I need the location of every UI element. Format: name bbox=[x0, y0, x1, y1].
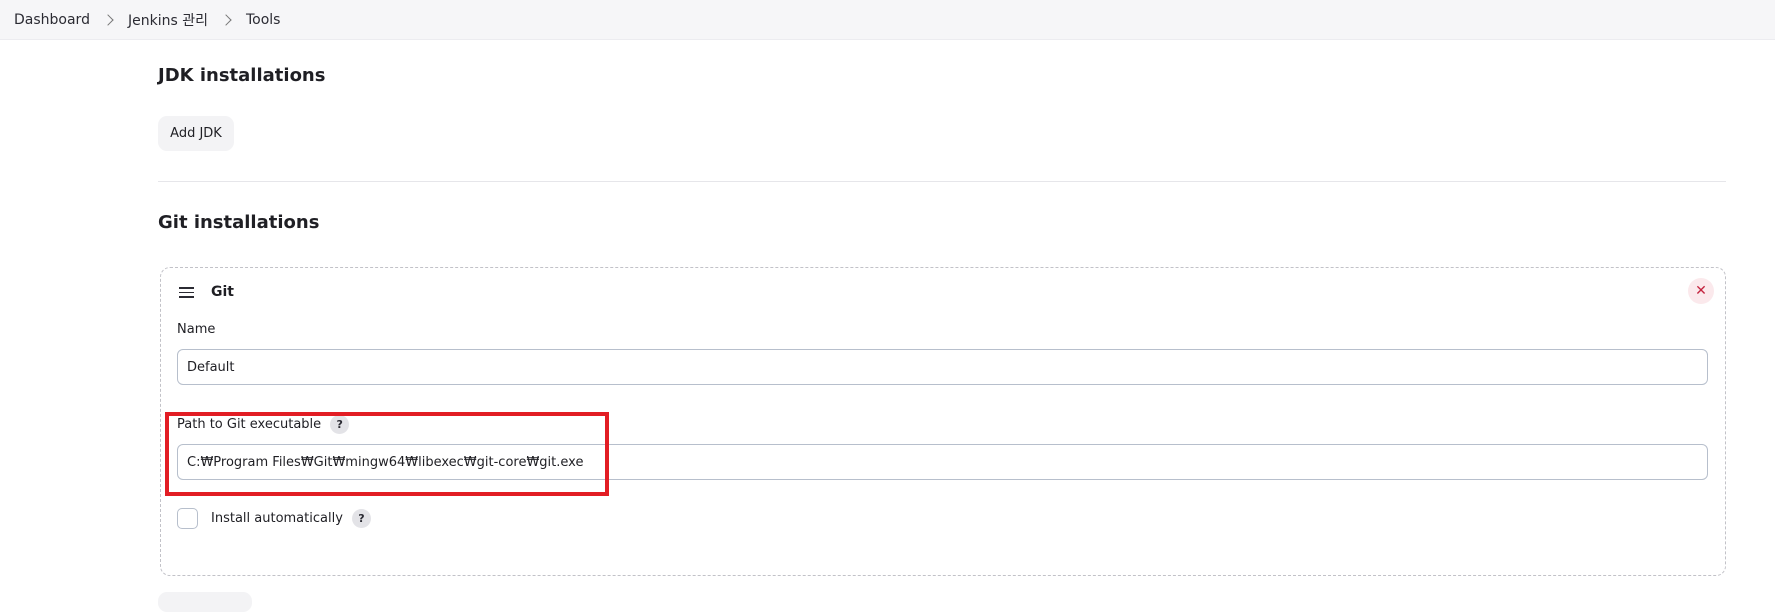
breadcrumb: Dashboard Jenkins 관리 Tools bbox=[0, 0, 1775, 40]
jdk-section-title: JDK installations bbox=[158, 65, 326, 86]
breadcrumb-dashboard[interactable]: Dashboard bbox=[14, 12, 90, 28]
install-automatically-checkbox[interactable] bbox=[177, 508, 198, 529]
install-automatically-row: Install automatically ? bbox=[211, 508, 371, 529]
name-input[interactable] bbox=[177, 349, 1708, 385]
chevron-right-icon bbox=[220, 13, 232, 26]
help-icon[interactable]: ? bbox=[351, 509, 371, 528]
add-jdk-button[interactable]: Add JDK bbox=[158, 116, 234, 151]
git-section-title: Git installations bbox=[158, 212, 320, 233]
delete-git-button[interactable]: ✕ bbox=[1688, 278, 1714, 304]
hamburger-icon[interactable] bbox=[179, 287, 194, 298]
path-label: Path to Git executable bbox=[177, 417, 322, 432]
add-git-button[interactable] bbox=[158, 592, 252, 612]
help-icon[interactable]: ? bbox=[330, 415, 350, 434]
install-automatically-label: Install automatically bbox=[211, 511, 343, 526]
path-input[interactable] bbox=[177, 444, 1708, 480]
name-label: Name bbox=[177, 322, 216, 337]
section-divider bbox=[158, 181, 1726, 182]
path-label-row: Path to Git executable ? bbox=[177, 415, 350, 434]
breadcrumb-tools[interactable]: Tools bbox=[246, 12, 281, 28]
git-installation-card: Git ✕ Name Path to Git executable ? Inst… bbox=[160, 267, 1726, 576]
breadcrumb-jenkins-manage[interactable]: Jenkins 관리 bbox=[128, 10, 208, 30]
git-card-title: Git bbox=[211, 284, 234, 300]
chevron-right-icon bbox=[102, 13, 114, 26]
close-icon: ✕ bbox=[1695, 283, 1707, 299]
